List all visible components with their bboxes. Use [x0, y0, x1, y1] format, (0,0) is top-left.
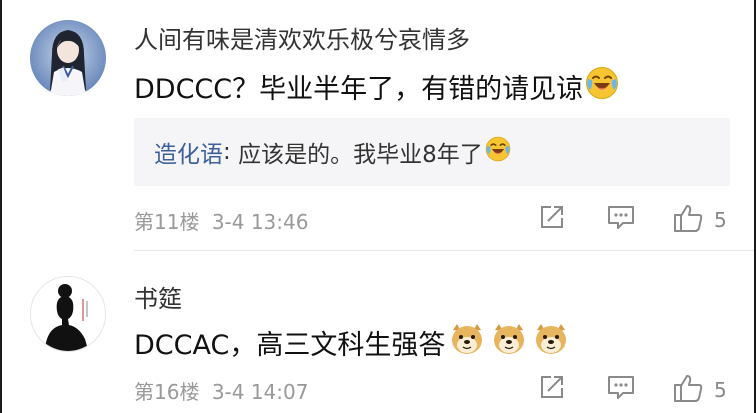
avatar[interactable] [30, 20, 106, 96]
comment-body: DCCAC，高三文科生强答 [134, 330, 446, 361]
comment-icon [606, 373, 636, 405]
timestamp: 3-4 13:46 [211, 210, 309, 234]
reply-separator: : [223, 139, 239, 165]
floor-number: 第16楼 [134, 380, 200, 404]
comment-item: 人间有味是清欢欢乐极兮哀情多 DDCCC？毕业半年了，有错的请见谅 造化语 : … [2, 0, 754, 251]
sub-reply[interactable]: 造化语 : 应该是的。我毕业8年了 [134, 118, 730, 186]
floor-number: 第11楼 [134, 210, 200, 234]
share-button[interactable] [538, 203, 566, 235]
comment-text: DCCAC，高三文科生强答 [134, 322, 569, 363]
timestamp: 3-4 14:07 [211, 380, 309, 404]
username[interactable]: 人间有味是清欢欢乐极兮哀情多 [134, 20, 470, 55]
like-count: 5 [714, 378, 727, 402]
doge-emoji-icon [533, 322, 569, 363]
thumbs-up-icon [672, 373, 704, 407]
share-button[interactable] [538, 373, 566, 405]
comment-meta: 第11楼 3-4 13:46 [134, 206, 308, 235]
laugh-cry-emoji-icon [485, 136, 511, 168]
share-icon [538, 373, 566, 405]
reply-author[interactable]: 造化语 [154, 135, 223, 169]
laugh-cry-emoji-icon [585, 66, 619, 107]
reply-button[interactable] [606, 203, 636, 235]
like-count: 5 [714, 208, 727, 232]
like-button[interactable]: 5 [672, 203, 727, 237]
comment-divider [134, 250, 754, 251]
thumbs-up-icon [672, 203, 704, 237]
doge-emoji-icon [449, 322, 485, 363]
comment-item: 书筵 DCCAC，高三文科生强答 第16楼 3-4 14:07 5 [2, 252, 754, 413]
comment-thread: 人间有味是清欢欢乐极兮哀情多 DDCCC？毕业半年了，有错的请见谅 造化语 : … [0, 0, 756, 413]
reply-text: 应该是的。我毕业8年了 [238, 142, 483, 168]
comment-text: DDCCC？毕业半年了，有错的请见谅 [134, 66, 619, 107]
comment-body: DDCCC？毕业半年了，有错的请见谅 [134, 74, 584, 105]
comment-meta: 第16楼 3-4 14:07 [134, 376, 308, 405]
like-button[interactable]: 5 [672, 373, 727, 407]
username[interactable]: 书筵 [134, 279, 182, 314]
comment-icon [606, 203, 636, 235]
avatar[interactable] [30, 276, 106, 352]
reply-button[interactable] [606, 373, 636, 405]
doge-emoji-icon [491, 322, 527, 363]
share-icon [538, 203, 566, 235]
